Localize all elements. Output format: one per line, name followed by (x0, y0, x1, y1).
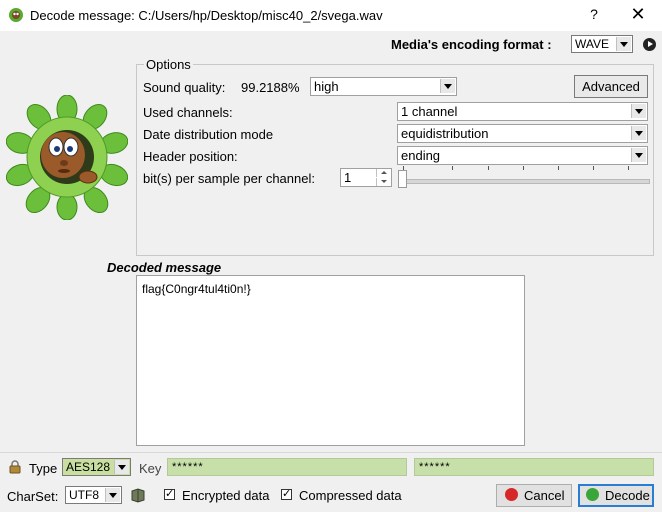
sound-quality-label: Sound quality: (143, 80, 226, 95)
bits-per-sample-spinner[interactable]: 1 (340, 168, 392, 187)
encoding-format-value: WAVE (575, 37, 610, 51)
encoding-format-select[interactable]: WAVE (571, 35, 633, 53)
advanced-button[interactable]: Advanced (574, 75, 648, 98)
encrypted-data-label: Encrypted data (182, 488, 270, 503)
encoding-format-label: Media's encoding format : (391, 37, 552, 52)
decode-button-label: Decode (605, 488, 650, 503)
bits-slider-thumb[interactable] (398, 170, 407, 188)
play-icon[interactable] (643, 38, 656, 51)
decode-button[interactable]: Decode (578, 484, 654, 507)
chevron-down-icon (631, 148, 646, 162)
type-select[interactable]: AES128 (62, 458, 131, 476)
cancel-icon (505, 488, 518, 501)
key-input[interactable]: ****** (167, 458, 407, 476)
header-position-select[interactable]: ending (397, 146, 648, 165)
compressed-data-checkbox[interactable]: ✓ (281, 489, 292, 500)
slider-tick (523, 166, 524, 170)
key-confirm-input[interactable]: ****** (414, 458, 654, 476)
used-channels-select[interactable]: 1 channel (397, 102, 648, 121)
used-channels-label: Used channels: (143, 105, 233, 120)
chevron-down-icon (440, 79, 455, 93)
date-distribution-select[interactable]: equidistribution (397, 124, 648, 143)
leaf-app-icon (9, 8, 23, 22)
slider-tick (488, 166, 489, 170)
charset-label: CharSet: (7, 489, 59, 504)
sound-quality-select[interactable]: high (310, 77, 457, 96)
slider-tick (558, 166, 559, 170)
help-button[interactable]: ? (586, 6, 602, 24)
bits-per-sample-value: 1 (344, 170, 352, 185)
mascot-image (6, 95, 128, 220)
slider-tick (452, 166, 453, 170)
sound-quality-percent: 99.2188% (241, 80, 300, 95)
decoded-message-textarea[interactable]: flag{C0ngr4tul4ti0n!} (136, 275, 525, 446)
options-legend: Options (144, 57, 193, 72)
date-distribution-label: Date distribution mode (143, 127, 274, 142)
decoded-message-text: flag{C0ngr4tul4ti0n!} (142, 282, 251, 296)
compressed-data-label: Compressed data (299, 488, 402, 503)
bits-per-sample-label: bit(s) per sample per channel: (143, 171, 315, 186)
chevron-down-icon (631, 104, 646, 118)
chevron-down-icon (631, 126, 646, 140)
chevron-down-icon (616, 37, 631, 51)
key-confirm-value: ****** (419, 461, 451, 473)
encrypted-data-checkbox[interactable]: ✓ (164, 489, 175, 500)
date-distribution-value: equidistribution (401, 126, 489, 141)
type-value: AES128 (66, 460, 111, 474)
key-input-value: ****** (172, 461, 204, 473)
lock-icon (9, 460, 21, 474)
spinner-up-icon[interactable] (376, 169, 391, 177)
type-label: Type (29, 461, 58, 476)
header-position-value: ending (401, 148, 441, 163)
cancel-button[interactable]: Cancel (496, 484, 572, 507)
used-channels-value: 1 channel (401, 104, 458, 119)
charset-select[interactable]: UTF8 (65, 486, 122, 504)
book-icon[interactable] (130, 487, 146, 503)
slider-tick (593, 166, 594, 170)
sound-quality-value: high (314, 79, 339, 94)
chevron-down-icon (114, 460, 129, 474)
cancel-button-label: Cancel (524, 488, 565, 503)
charset-value: UTF8 (69, 488, 99, 502)
window-title: Decode message: C:/Users/hp/Desktop/misc… (30, 8, 383, 23)
spinner-down-icon[interactable] (376, 178, 391, 186)
decoded-message-label: Decoded message (107, 260, 222, 275)
chevron-down-icon (105, 488, 120, 502)
slider-tick (628, 166, 629, 170)
close-button[interactable]: ✕ (628, 4, 648, 24)
divider (0, 452, 662, 453)
header-position-label: Header position: (143, 149, 238, 164)
decode-check-icon (586, 488, 599, 501)
key-label: Key (139, 461, 162, 476)
bits-slider-track[interactable] (400, 179, 650, 184)
